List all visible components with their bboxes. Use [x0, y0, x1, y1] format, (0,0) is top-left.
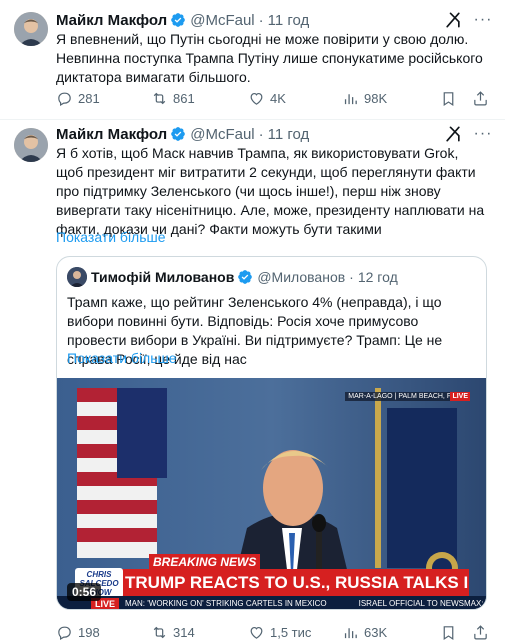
news-ticker: LIVE MAN: 'WORKING ON' STRIKING CARTELS …: [57, 596, 486, 609]
reply-icon: [58, 92, 71, 106]
separator-dot: ·: [349, 269, 354, 285]
avatar[interactable]: [67, 267, 87, 287]
retweet-icon: [153, 92, 166, 104]
quote-show-more-link[interactable]: Показати більше: [67, 350, 177, 366]
verified-badge-icon: [171, 127, 186, 141]
tweet[interactable]: Майкл Макфол @McFaul · 11 год ··· Я впев…: [0, 0, 505, 120]
quote-timestamp[interactable]: 12 год: [358, 269, 398, 285]
reply-icon: [58, 626, 71, 640]
like-count: 1,5 тис: [270, 624, 312, 640]
like-button[interactable]: 1,5 тис: [248, 624, 311, 641]
bookmark-icon: [443, 625, 454, 640]
like-count: 4K: [270, 90, 286, 106]
separator-dot: ·: [258, 11, 264, 29]
reply-count: 281: [78, 90, 100, 106]
author-name[interactable]: Майкл Макфол: [56, 12, 167, 29]
tweet-actions: 281 861 4K 98K: [56, 88, 488, 108]
grok-icon[interactable]: [443, 10, 463, 30]
bookmark-button[interactable]: [440, 624, 457, 641]
views-button[interactable]: 98K: [342, 90, 387, 107]
avatar[interactable]: [14, 12, 48, 46]
views-icon: [344, 93, 357, 104]
video-headline: TRUMP REACTS TO U.S., RUSSIA TALKS IN SA…: [121, 569, 469, 596]
tweet[interactable]: Майкл Макфол @McFaul · 11 год ··· Я б хо…: [0, 120, 505, 642]
quote-author-handle[interactable]: @Милованов: [257, 269, 345, 285]
share-icon: [474, 624, 487, 639]
like-button[interactable]: 4K: [248, 90, 286, 107]
video-live-tag: LIVE: [450, 392, 470, 401]
author-handle[interactable]: @McFaul: [190, 12, 254, 29]
tweet-text: Я б хотів, щоб Маск навчив Трампа, як ви…: [56, 145, 485, 237]
like-icon: [250, 626, 263, 639]
timestamp[interactable]: 11 год: [268, 12, 310, 29]
author-handle[interactable]: @McFaul: [190, 126, 254, 143]
separator-dot: ·: [258, 125, 264, 143]
timestamp[interactable]: 11 год: [268, 126, 310, 143]
retweet-button[interactable]: 861: [151, 90, 195, 107]
bookmark-button[interactable]: [440, 90, 457, 107]
retweet-count: 861: [173, 90, 195, 106]
ticker-item: ISRAEL OFFICIAL TO NEWSMAX: COLL: [358, 599, 486, 608]
reply-count: 198: [78, 624, 100, 640]
grok-icon[interactable]: [443, 124, 463, 144]
bookmark-icon: [443, 91, 454, 106]
views-icon: [344, 627, 357, 638]
verified-badge-icon: [171, 13, 186, 27]
views-button[interactable]: 63K: [342, 624, 387, 641]
reply-button[interactable]: 198: [56, 624, 100, 641]
share-button[interactable]: [472, 624, 489, 641]
ticker-item: MAN: 'WORKING ON' STRIKING CARTELS IN ME…: [125, 599, 327, 608]
tweet-actions: 198 314 1,5 тис 63K: [56, 622, 488, 642]
video-duration: 0:56: [67, 583, 102, 601]
video-player[interactable]: MAR-A-LAGO | PALM BEACH, FL LIVE BREAKIN…: [57, 378, 486, 609]
views-count: 98K: [364, 90, 388, 106]
like-icon: [250, 92, 263, 105]
retweet-count: 314: [173, 624, 195, 640]
more-icon[interactable]: ···: [473, 124, 493, 144]
share-button[interactable]: [472, 90, 489, 107]
avatar[interactable]: [14, 128, 48, 162]
quoted-tweet[interactable]: Тимофій Милованов @Милованов · 12 год Тр…: [56, 256, 487, 610]
retweet-button[interactable]: 314: [151, 624, 195, 641]
retweet-icon: [153, 626, 166, 638]
views-count: 63K: [364, 624, 388, 640]
author-name[interactable]: Майкл Макфол: [56, 126, 167, 143]
share-icon: [474, 90, 487, 105]
more-icon[interactable]: ···: [473, 10, 493, 30]
reply-button[interactable]: 281: [56, 90, 100, 107]
video-location-tag: MAR-A-LAGO | PALM BEACH, FL: [345, 392, 458, 401]
quote-author-name[interactable]: Тимофій Милованов: [91, 269, 234, 285]
tweet-text: Я впевнений, що Путін сьогодні не може п…: [56, 31, 483, 85]
show-more-link[interactable]: Показати більше: [56, 229, 166, 245]
verified-badge-icon: [238, 270, 253, 284]
breaking-news-banner: BREAKING NEWS: [149, 554, 261, 570]
